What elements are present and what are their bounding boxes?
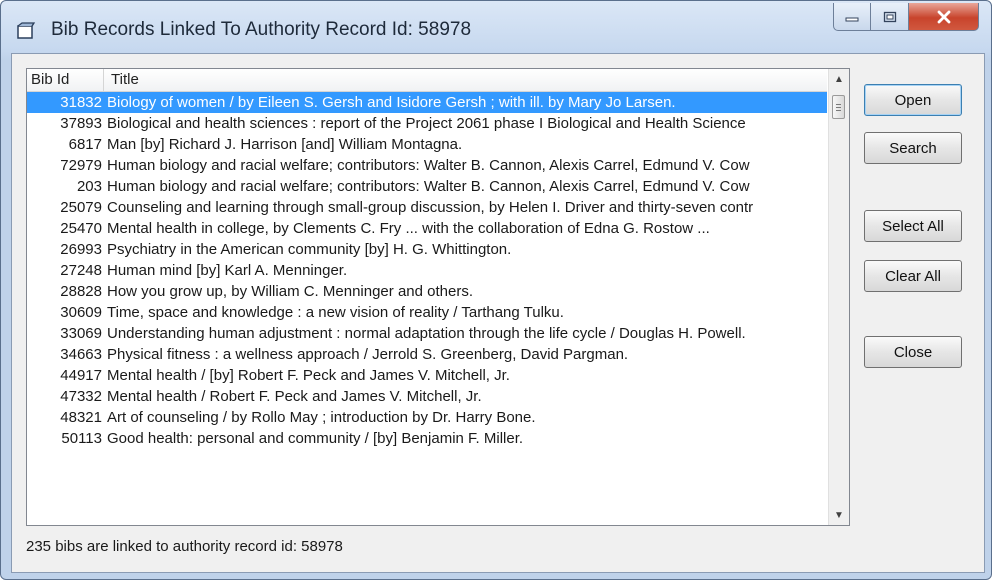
bib-id-cell: 30609 <box>60 304 102 321</box>
bib-id-cell: 28828 <box>60 283 102 300</box>
table-row[interactable]: 48321 Art of counseling / by Rollo May ; … <box>27 407 827 428</box>
title-cell: Time, space and knowledge : a new vision… <box>107 304 564 321</box>
title-cell: Good health: personal and community / [b… <box>107 430 524 447</box>
bib-id-cell: 25079 <box>60 199 102 216</box>
minimize-icon <box>845 17 859 21</box>
list-rows: 31832 Biology of women / by Eileen S. Ger… <box>27 92 827 449</box>
open-button[interactable]: Open <box>864 84 962 116</box>
maximize-icon <box>883 11 896 22</box>
table-row[interactable]: 28828 How you grow up, by William C. Menn… <box>27 281 827 302</box>
table-row[interactable]: 27248 Human mind [by] Karl A. Menninger. <box>27 260 827 281</box>
table-row[interactable]: 44917 Mental health / [by] Robert F. Peck… <box>27 365 827 386</box>
table-row[interactable]: 33069 Understanding human adjustment : no… <box>27 323 827 344</box>
title-cell: Art of counseling / by Rollo May ; intro… <box>107 409 536 426</box>
close-icon <box>937 10 950 23</box>
table-row[interactable]: 203 Human biology and racial welfare; con… <box>27 176 827 197</box>
title-cell: Physical fitness : a wellness approach /… <box>107 346 629 363</box>
title-cell: Biology of women / by Eileen S. Gersh an… <box>107 94 676 111</box>
bib-id-cell: 47332 <box>60 388 102 405</box>
bib-id-cell: 50113 <box>61 430 102 447</box>
table-row[interactable]: 37893 Biological and health sciences : re… <box>27 113 827 134</box>
minimize-button[interactable] <box>833 3 871 31</box>
bib-id-cell: 48321 <box>60 409 102 426</box>
close-button-label: Close <box>893 343 933 361</box>
table-row[interactable]: 50113 Good health: personal and community… <box>27 428 827 449</box>
scroll-up-arrow-icon[interactable]: ▲ <box>829 69 849 89</box>
title-cell: Mental health in college, by Clements C.… <box>107 220 710 237</box>
bib-id-cell: 72979 <box>60 157 102 174</box>
dialog-window: Bib Records Linked To Authority Record I… <box>0 0 992 580</box>
bib-id-cell: 33069 <box>60 325 102 342</box>
bib-id-cell: 26993 <box>60 241 102 258</box>
status-text: 235 bibs are linked to authority record … <box>26 538 343 555</box>
bib-id-cell: 34663 <box>60 346 102 363</box>
title-cell: Psychiatry in the American community [by… <box>107 241 512 258</box>
column-divider[interactable] <box>103 69 104 91</box>
vertical-scrollbar[interactable]: ▲ ▼ <box>828 69 849 525</box>
search-button-label: Search <box>889 139 937 157</box>
close-window-button[interactable] <box>909 3 979 31</box>
clear-all-button[interactable]: Clear All <box>864 260 962 292</box>
search-button[interactable]: Search <box>864 132 962 164</box>
table-row[interactable]: 30609 Time, space and knowledge : a new v… <box>27 302 827 323</box>
title-cell: Mental health / Robert F. Peck and James… <box>107 388 482 405</box>
column-header-title[interactable]: Title <box>111 71 139 88</box>
title-cell: Understanding human adjustment : normal … <box>107 325 746 342</box>
open-button-label: Open <box>894 91 932 109</box>
clear-all-button-label: Clear All <box>885 267 941 285</box>
title-cell: Biological and health sciences : report … <box>107 115 746 132</box>
title-cell: Human biology and racial welfare; contri… <box>107 157 750 174</box>
table-row[interactable]: 25079 Counseling and learning through sma… <box>27 197 827 218</box>
caption-buttons <box>833 3 979 37</box>
table-row[interactable]: 72979 Human biology and racial welfare; c… <box>27 155 827 176</box>
app-icon <box>15 21 37 43</box>
bib-id-cell: 25470 <box>60 220 102 237</box>
bib-id-cell: 44917 <box>60 367 102 384</box>
select-all-button-label: Select All <box>882 217 944 235</box>
table-row[interactable]: 26993 Psychiatry in the American communit… <box>27 239 827 260</box>
title-cell: Counseling and learning through small-gr… <box>107 199 754 216</box>
bib-records-list[interactable]: Bib Id Title 31832 Biology of women / by … <box>26 68 850 526</box>
title-cell: Mental health / [by] Robert F. Peck and … <box>107 367 510 384</box>
close-button[interactable]: Close <box>864 336 962 368</box>
select-all-button[interactable]: Select All <box>864 210 962 242</box>
title-cell: How you grow up, by William C. Menninger… <box>107 283 473 300</box>
bib-id-cell: 31832 <box>60 94 102 111</box>
bib-id-cell: 37893 <box>60 115 102 132</box>
scroll-down-arrow-icon[interactable]: ▼ <box>829 505 849 525</box>
maximize-button[interactable] <box>871 3 909 31</box>
title-cell: Human biology and racial welfare; contri… <box>107 178 750 195</box>
bib-id-cell: 6817 <box>68 136 102 153</box>
dialog-body: Bib Id Title 31832 Biology of women / by … <box>11 53 985 573</box>
window-title: Bib Records Linked To Authority Record I… <box>51 19 472 40</box>
table-row[interactable]: 34663 Physical fitness : a wellness appro… <box>27 344 827 365</box>
table-row[interactable]: 31832 Biology of women / by Eileen S. Ger… <box>27 92 827 113</box>
bib-id-cell: 27248 <box>60 262 102 279</box>
list-header: Bib Id Title <box>27 69 827 92</box>
table-row[interactable]: 25470 Mental health in college, by Clemen… <box>27 218 827 239</box>
scroll-thumb[interactable] <box>832 95 845 119</box>
column-header-bib-id[interactable]: Bib Id <box>31 71 69 88</box>
title-cell: Man [by] Richard J. Harrison [and] Willi… <box>107 136 463 153</box>
table-row[interactable]: 47332 Mental health / Robert F. Peck and … <box>27 386 827 407</box>
table-row[interactable]: 6817 Man [by] Richard J. Harrison [and] W… <box>27 134 827 155</box>
title-cell: Human mind [by] Karl A. Menninger. <box>107 262 348 279</box>
bib-id-cell: 203 <box>76 178 102 195</box>
